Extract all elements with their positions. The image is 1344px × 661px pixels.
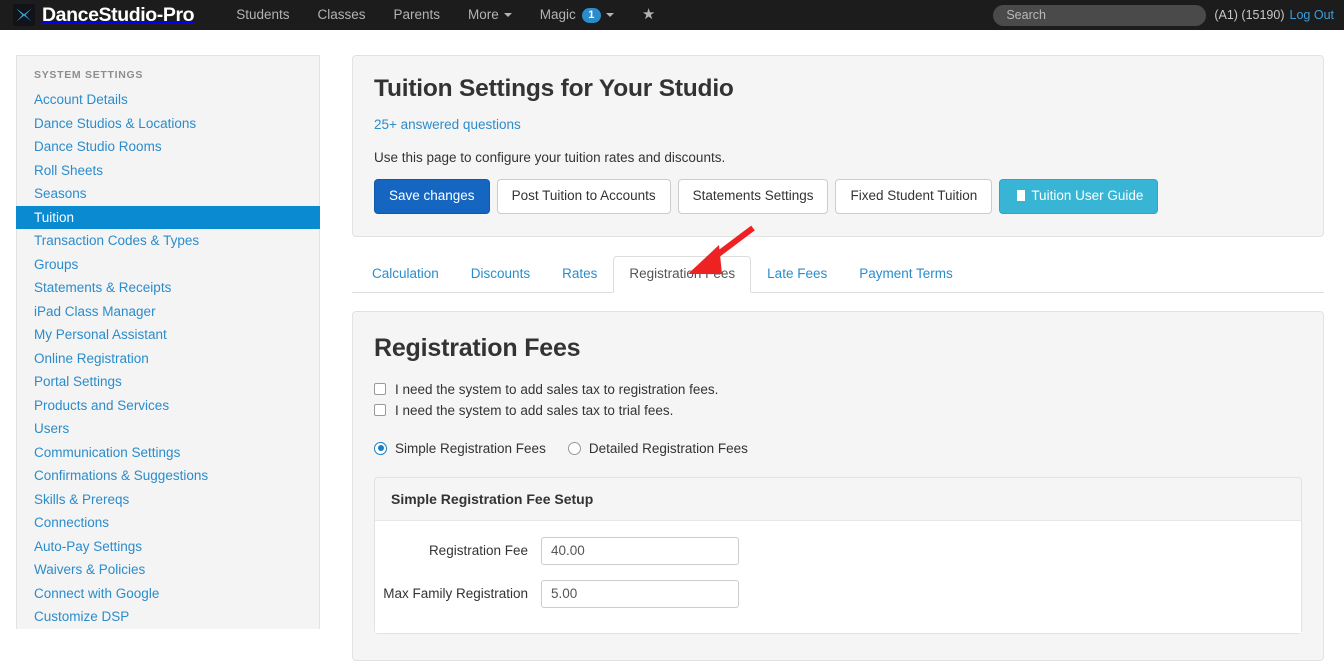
- tab-payment-terms[interactable]: Payment Terms: [843, 256, 969, 293]
- tuition-user-guide-label: Tuition User Guide: [1031, 188, 1144, 203]
- brand-name: DanceStudio-Pro: [42, 3, 195, 26]
- registration-fee-mode-group: Simple Registration Fees Detailed Regist…: [374, 441, 1302, 456]
- nav-item-students[interactable]: Students: [222, 0, 303, 30]
- page-body: SYSTEM SETTINGS Account Details Dance St…: [0, 30, 1344, 661]
- sidebar-item-online-registration[interactable]: Online Registration: [17, 347, 319, 371]
- nav-item-parents[interactable]: Parents: [380, 0, 455, 30]
- tab-bar: Calculation Discounts Rates Registration…: [352, 255, 1324, 293]
- simple-setup-heading: Simple Registration Fee Setup: [375, 478, 1301, 521]
- registration-fee-row: Registration Fee: [375, 536, 1301, 565]
- sidebar-item-account-details[interactable]: Account Details: [17, 88, 319, 112]
- nav-item-classes[interactable]: Classes: [303, 0, 379, 30]
- tab-discounts[interactable]: Discounts: [455, 256, 546, 293]
- sidebar-item-portal-settings[interactable]: Portal Settings: [17, 370, 319, 394]
- logout-link[interactable]: Log Out: [1290, 8, 1334, 22]
- simple-setup-form: Registration Fee Max Family Registration: [375, 520, 1301, 633]
- x-logo-icon: [13, 4, 35, 26]
- primary-nav: Students Classes Parents More Magic 1 ★: [222, 0, 669, 30]
- top-navbar: DanceStudio-Pro Students Classes Parents…: [0, 0, 1344, 30]
- page-header-panel: Tuition Settings for Your Studio 25+ ans…: [352, 55, 1324, 237]
- sidebar-heading: SYSTEM SETTINGS: [34, 69, 144, 81]
- sidebar-item-transaction-codes-types[interactable]: Transaction Codes & Types: [17, 229, 319, 253]
- account-info: (A1) (15190): [1214, 8, 1285, 22]
- statements-settings-button[interactable]: Statements Settings: [677, 179, 829, 214]
- simple-registration-fee-setup-panel: Simple Registration Fee Setup Registrati…: [374, 476, 1302, 634]
- brand-home-link[interactable]: DanceStudio-Pro: [0, 0, 195, 30]
- sidebar-item-dance-studios-locations[interactable]: Dance Studios & Locations: [17, 112, 319, 136]
- nav-label: Classes: [317, 7, 366, 22]
- tab-calculation[interactable]: Calculation: [356, 256, 455, 293]
- nav-item-magic[interactable]: Magic 1: [526, 0, 628, 30]
- sidebar-item-customize-dsp[interactable]: Customize DSP: [17, 605, 319, 629]
- sales-tax-trial-checkbox[interactable]: [374, 404, 386, 416]
- sidebar-item-my-personal-assistant[interactable]: My Personal Assistant: [17, 323, 319, 347]
- book-icon: [1014, 190, 1026, 202]
- tuition-user-guide-button[interactable]: Tuition User Guide: [999, 179, 1159, 214]
- simple-registration-fees-radio[interactable]: [374, 441, 387, 455]
- tab-rates[interactable]: Rates: [546, 256, 613, 293]
- nav-label: Parents: [393, 7, 441, 22]
- settings-sidebar: SYSTEM SETTINGS Account Details Dance St…: [16, 55, 320, 629]
- max-family-registration-input[interactable]: [541, 579, 739, 608]
- sidebar-item-confirmations-suggestions[interactable]: Confirmations & Suggestions: [17, 464, 319, 488]
- sidebar-item-dance-studio-rooms[interactable]: Dance Studio Rooms: [17, 135, 319, 159]
- simple-registration-fees-label[interactable]: Simple Registration Fees: [395, 441, 546, 456]
- sales-tax-registration-checkbox[interactable]: [374, 383, 386, 395]
- nav-label: More: [468, 7, 499, 22]
- registration-fee-input[interactable]: [541, 536, 739, 565]
- save-changes-button[interactable]: Save changes: [374, 179, 490, 214]
- detailed-registration-fees-radio[interactable]: [567, 441, 581, 455]
- magic-count-badge: 1: [581, 7, 601, 23]
- sidebar-item-products-and-services[interactable]: Products and Services: [17, 394, 319, 418]
- sidebar-item-users[interactable]: Users: [17, 417, 319, 441]
- nav-item-more[interactable]: More: [454, 0, 526, 30]
- nav-label: Magic: [539, 7, 576, 22]
- sidebar-item-ipad-class-manager[interactable]: iPad Class Manager: [17, 300, 319, 324]
- search-input[interactable]: [993, 4, 1207, 26]
- sales-tax-trial-label[interactable]: I need the system to add sales tax to tr…: [395, 403, 673, 418]
- sidebar-item-seasons[interactable]: Seasons: [17, 182, 319, 206]
- answered-questions-link[interactable]: 25+ answered questions: [374, 117, 521, 132]
- registration-fees-panel: Registration Fees I need the system to a…: [352, 310, 1324, 661]
- main-content: Tuition Settings for Your Studio 25+ ans…: [352, 55, 1324, 661]
- sidebar-item-auto-pay-settings[interactable]: Auto-Pay Settings: [17, 535, 319, 559]
- sidebar-item-connections[interactable]: Connections: [17, 511, 319, 535]
- tab-late-fees[interactable]: Late Fees: [751, 256, 843, 293]
- detailed-registration-fees-label[interactable]: Detailed Registration Fees: [589, 441, 748, 456]
- sidebar-item-statements-receipts[interactable]: Statements & Receipts: [17, 276, 319, 300]
- page-title: Tuition Settings for Your Studio: [374, 75, 734, 102]
- sidebar-item-communication-settings[interactable]: Communication Settings: [17, 441, 319, 465]
- sidebar-item-connect-with-google[interactable]: Connect with Google: [17, 582, 319, 606]
- chevron-down-icon: [503, 13, 512, 17]
- post-tuition-to-accounts-button[interactable]: Post Tuition to Accounts: [496, 179, 671, 214]
- tab-registration-fees[interactable]: Registration Fees: [613, 256, 752, 293]
- registration-fees-heading: Registration Fees: [374, 333, 581, 362]
- sidebar-item-waivers-policies[interactable]: Waivers & Policies: [17, 558, 319, 582]
- sales-tax-trial-row: I need the system to add sales tax to tr…: [374, 403, 1302, 418]
- sidebar-item-tuition[interactable]: Tuition: [16, 205, 320, 229]
- sales-tax-registration-row: I need the system to add sales tax to re…: [374, 382, 1302, 397]
- page-action-toolbar: Save changes Post Tuition to Accounts St…: [374, 179, 1302, 214]
- sidebar-item-skills-prereqs[interactable]: Skills & Prereqs: [17, 488, 319, 512]
- page-description: Use this page to configure your tuition …: [374, 150, 726, 165]
- fixed-student-tuition-button[interactable]: Fixed Student Tuition: [835, 179, 993, 214]
- sidebar-item-groups[interactable]: Groups: [17, 253, 319, 277]
- chevron-down-icon: [605, 13, 614, 17]
- sidebar-item-roll-sheets[interactable]: Roll Sheets: [17, 159, 319, 183]
- registration-fee-label: Registration Fee: [428, 543, 528, 558]
- nav-label: Students: [236, 7, 290, 22]
- max-family-registration-label: Max Family Registration: [383, 586, 528, 601]
- max-family-registration-row: Max Family Registration: [375, 579, 1301, 608]
- favorites-star-icon[interactable]: ★: [628, 0, 669, 30]
- nav-right-group: (A1) (15190) Log Out: [993, 0, 1334, 30]
- sales-tax-registration-label[interactable]: I need the system to add sales tax to re…: [395, 382, 718, 397]
